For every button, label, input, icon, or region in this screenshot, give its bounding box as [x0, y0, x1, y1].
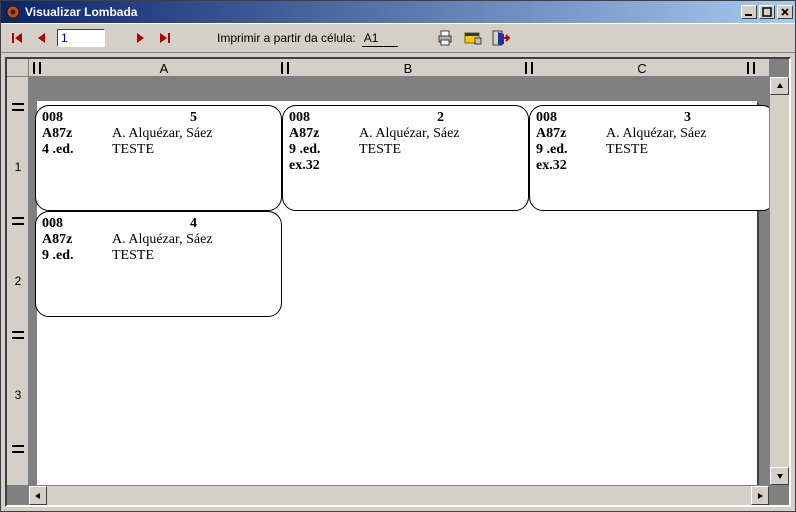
- toolbar: Imprimir a partir da célula:: [1, 23, 795, 53]
- last-page-button[interactable]: [155, 29, 173, 47]
- window-controls: [741, 5, 793, 19]
- scroll-up-button[interactable]: [770, 77, 789, 95]
- minimize-button[interactable]: [741, 5, 757, 19]
- label-left-col: A87z 9 .ed. ex.32: [289, 126, 359, 174]
- window-title: Visualizar Lombada: [25, 5, 741, 19]
- label-card: 0082 A87z 9 .ed. ex.32 A. Alquézar, Sáez…: [282, 105, 529, 211]
- label-left-col: A87z 4 .ed.: [42, 126, 112, 158]
- label-card: 0083 A87z 9 .ed. ex.32 A. Alquézar, Sáez…: [529, 105, 769, 211]
- label-number: 3: [606, 110, 769, 126]
- exit-button[interactable]: [490, 27, 512, 49]
- prev-page-button[interactable]: [33, 29, 51, 47]
- label-right-col: A. Alquézar, Sáez TESTE: [112, 126, 275, 158]
- close-button[interactable]: [777, 5, 793, 19]
- maximize-button[interactable]: [759, 5, 775, 19]
- label-card: 0084 A87z 9 .ed. A. Alquézar, Sáez TESTE: [35, 211, 282, 317]
- label-right-col: A. Alquézar, Sáez TESTE: [606, 126, 769, 174]
- page: 0085 A87z 4 .ed. A. Alquézar, Sáez TESTE: [37, 101, 757, 485]
- row-header: 3: [7, 345, 29, 445]
- window: Visualizar Lombada Imprimir a p: [0, 0, 796, 512]
- label-number: 4: [112, 216, 275, 232]
- label-number: 5: [112, 110, 275, 126]
- vertical-scrollbar[interactable]: [769, 77, 789, 485]
- scroll-left-button[interactable]: [29, 486, 47, 505]
- label-code: 008: [42, 110, 112, 126]
- label-code: 008: [289, 110, 359, 126]
- print-button[interactable]: [434, 27, 456, 49]
- config-button[interactable]: [462, 27, 484, 49]
- label-code: 008: [42, 216, 112, 232]
- sheet-canvas: 0085 A87z 4 .ed. A. Alquézar, Sáez TESTE: [29, 77, 769, 485]
- next-page-button[interactable]: [131, 29, 149, 47]
- label-right-col: A. Alquézar, Sáez TESTE: [359, 126, 522, 174]
- label-code: 008: [536, 110, 606, 126]
- titlebar: Visualizar Lombada: [1, 1, 795, 23]
- print-from-label: Imprimir a partir da célula:: [217, 31, 356, 45]
- label-right-col: A. Alquézar, Sáez TESTE: [112, 232, 275, 264]
- label-left-col: A87z 9 .ed.: [42, 232, 112, 264]
- scroll-right-button[interactable]: [751, 486, 769, 505]
- horizontal-scrollbar[interactable]: [29, 485, 769, 505]
- label-number: 2: [359, 110, 522, 126]
- page-number-input[interactable]: [57, 29, 105, 47]
- label-left-col: A87z 9 .ed. ex.32: [536, 126, 606, 174]
- start-cell-input[interactable]: [362, 29, 398, 47]
- first-page-button[interactable]: [9, 29, 27, 47]
- ruler-corner: [7, 59, 29, 77]
- app-icon: [5, 4, 21, 20]
- scroll-down-button[interactable]: [770, 467, 789, 485]
- col-header: B: [293, 59, 523, 77]
- row-header: 1: [7, 117, 29, 217]
- col-header: C: [537, 59, 747, 77]
- row-ruler: 1 2 3: [7, 77, 29, 485]
- column-ruler: A B C: [29, 59, 769, 77]
- preview-area: A B C 1 2 3: [5, 57, 791, 507]
- label-card: 0085 A87z 4 .ed. A. Alquézar, Sáez TESTE: [35, 105, 282, 211]
- col-header: A: [49, 59, 279, 77]
- row-header: 2: [7, 231, 29, 331]
